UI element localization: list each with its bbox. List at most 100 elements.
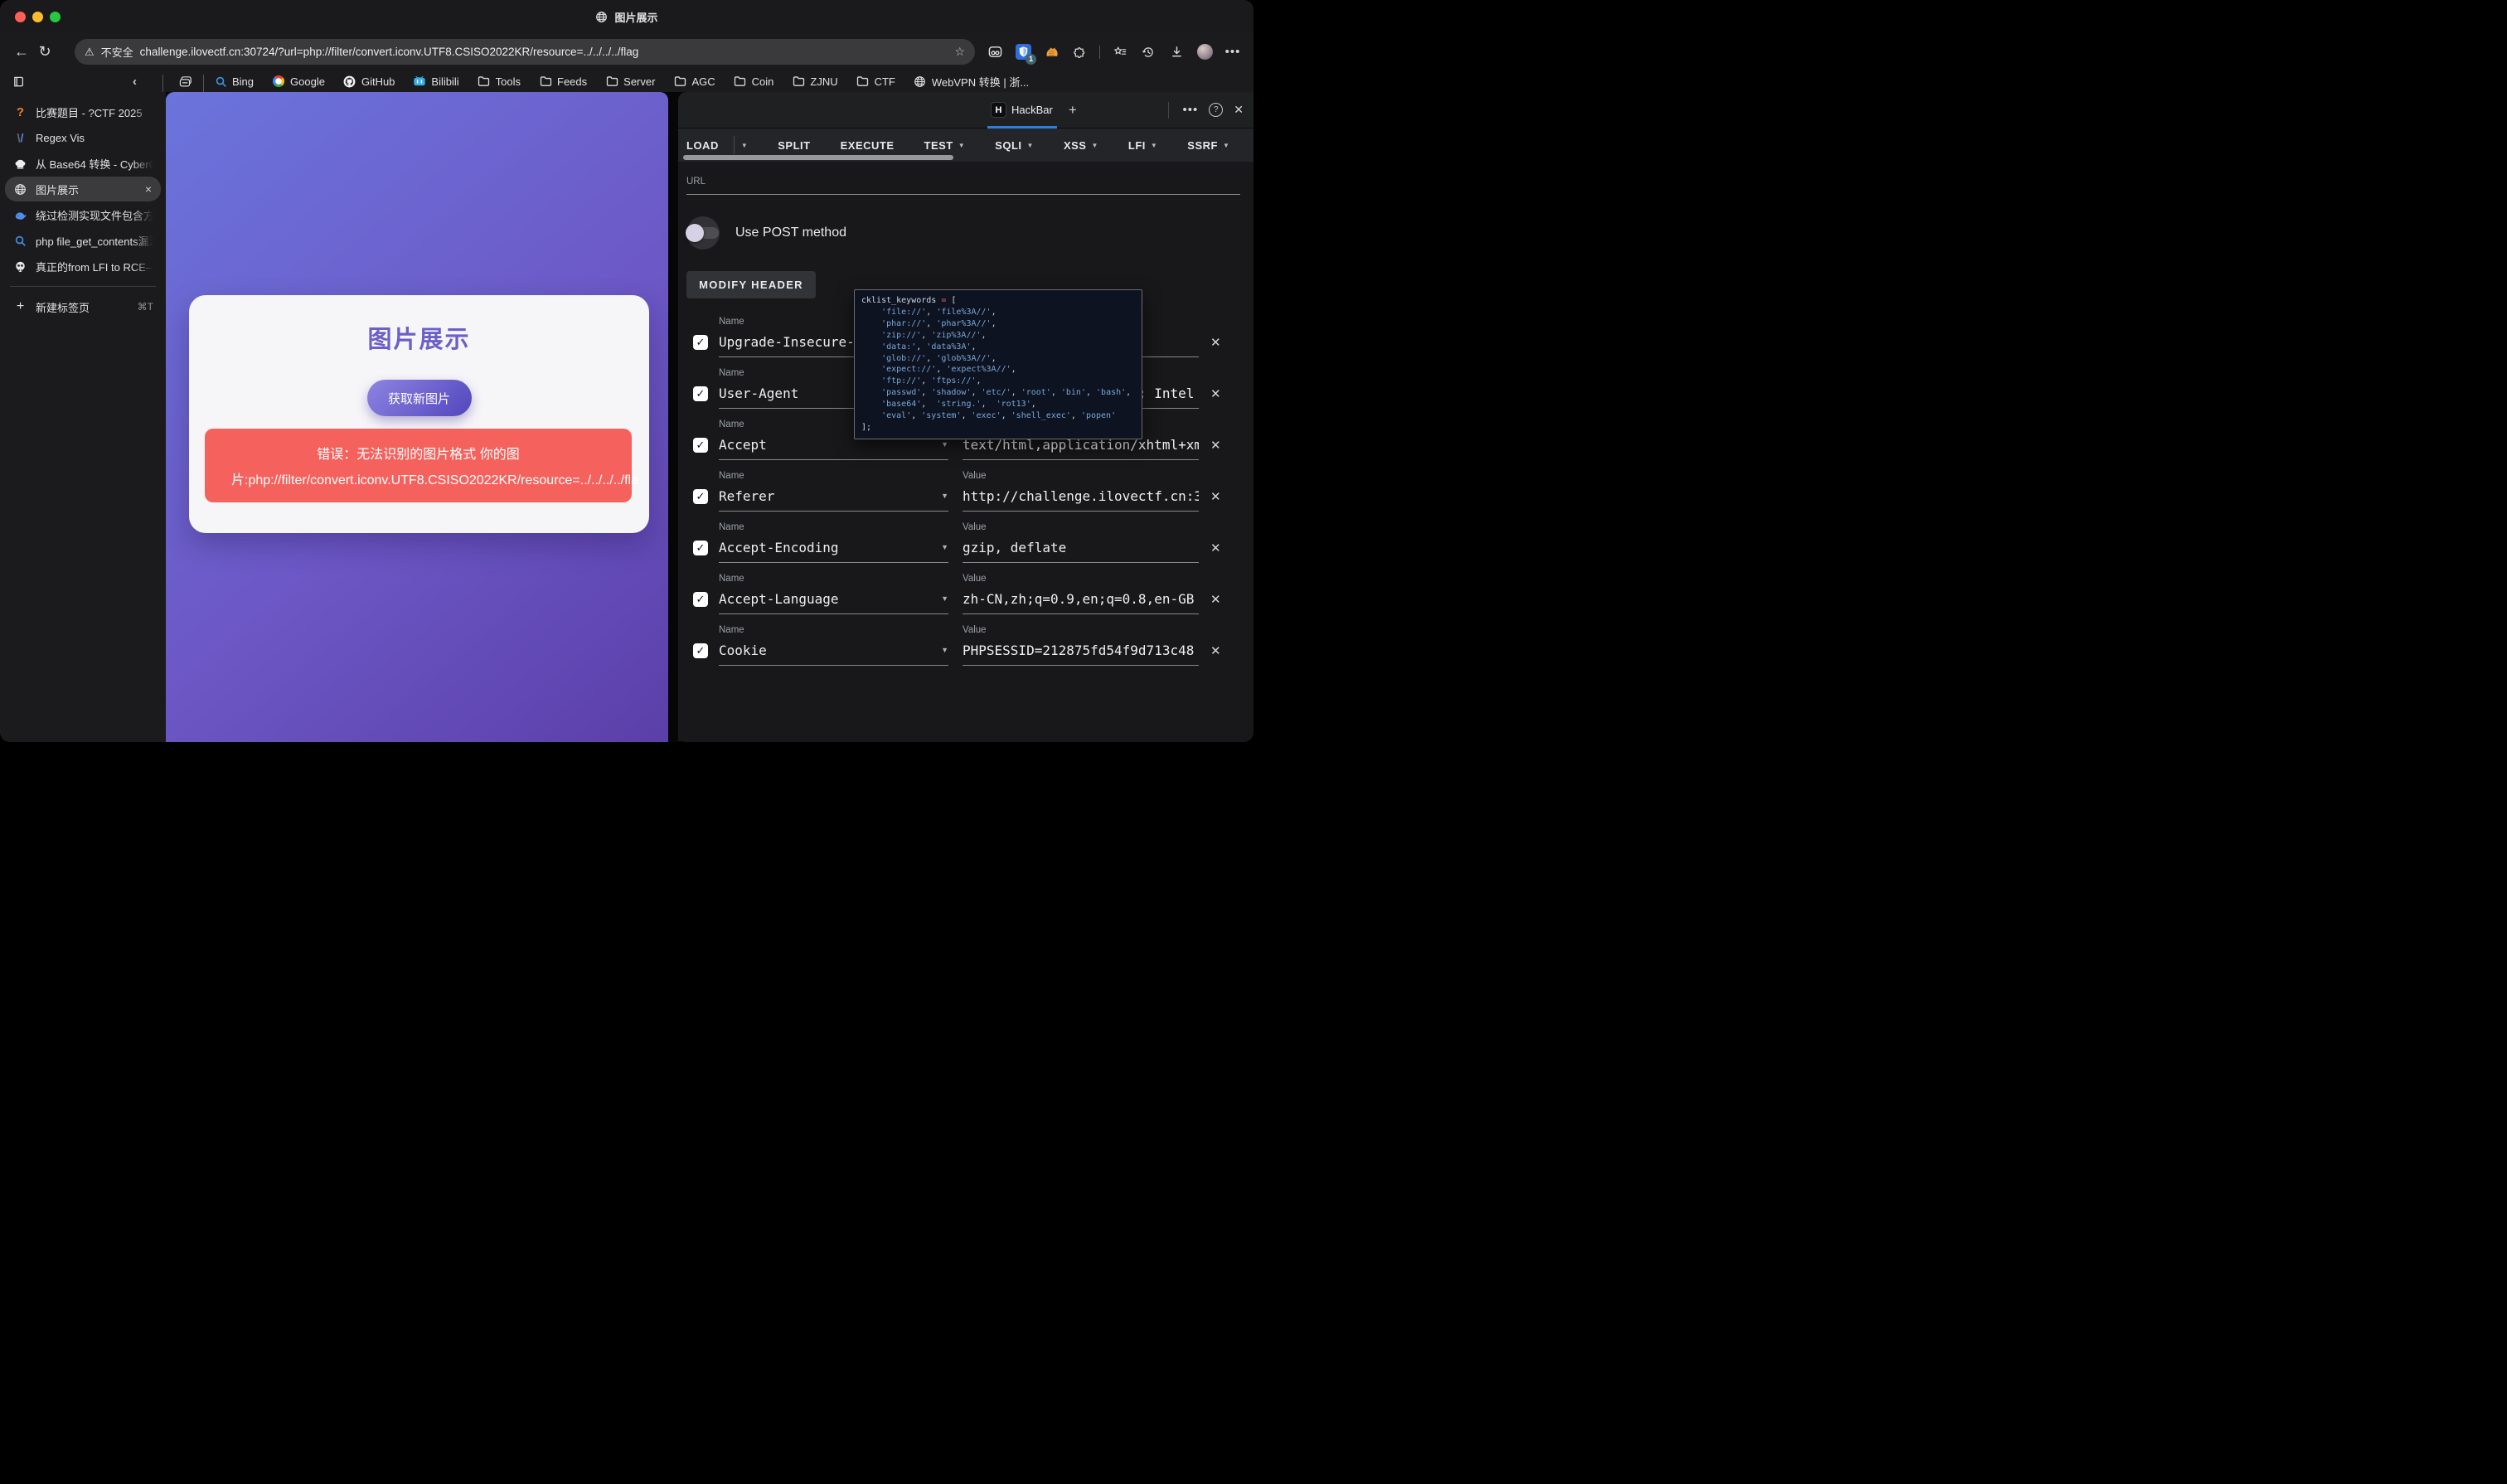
bookmark-item[interactable]: AGC <box>673 75 715 88</box>
bookmark-item[interactable]: CTF <box>856 75 895 88</box>
folder-icon <box>856 75 870 87</box>
get-new-image-button[interactable]: 获取新图片 <box>367 380 472 416</box>
url-text[interactable]: challenge.ilovectf.cn:30724/?url=php://f… <box>140 46 948 58</box>
sidebar-tab[interactable]: \/ Regex Vis <box>5 125 161 150</box>
menu-label: TEST <box>924 139 953 152</box>
remove-header-icon[interactable]: ✕ <box>1210 438 1221 453</box>
remove-header-icon[interactable]: ✕ <box>1210 592 1221 607</box>
header-value-input[interactable]: gzip, deflate <box>963 535 1199 563</box>
more-menu-icon[interactable]: ••• <box>1224 44 1241 61</box>
hackbar-menu-item[interactable]: SQLI ▼ <box>995 139 1034 152</box>
workspace-book-icon[interactable] <box>12 70 25 92</box>
remove-header-icon[interactable]: ✕ <box>1210 643 1221 658</box>
bookmark-item[interactable]: Server <box>605 75 655 88</box>
header-value-input[interactable]: zh-CN,zh;q=0.9,en;q=0.8,en-GB <box>963 586 1199 614</box>
zoom-window-button[interactable] <box>50 12 61 22</box>
header-value-input[interactable]: http://challenge.ilovectf.cn:3 <box>963 483 1199 512</box>
hackbar-menu-item[interactable]: LFI ▼ <box>1128 139 1157 152</box>
header-enabled-checkbox[interactable]: ✓ <box>693 541 708 555</box>
chevron-down-icon: ▼ <box>1223 142 1229 149</box>
bookmark-item[interactable]: Coin <box>734 75 774 88</box>
devtools-help-icon[interactable]: ? <box>1209 103 1223 117</box>
reload-icon[interactable]: ↻ <box>33 41 56 64</box>
downloads-icon[interactable] <box>1168 44 1185 61</box>
reading-list-icon[interactable] <box>179 70 192 92</box>
header-name-select[interactable]: Accept-Encoding ▼ <box>719 535 948 563</box>
value-field-label: Value <box>963 574 1199 586</box>
devtools-more-icon[interactable]: ••• <box>1183 103 1199 117</box>
tooltip-code-line: 'expect://', 'expect%3A//', <box>861 364 1135 376</box>
header-enabled-checkbox[interactable]: ✓ <box>693 335 708 350</box>
bookmark-label: Tools <box>496 75 521 88</box>
bookmark-item[interactable]: GitHub <box>343 75 395 88</box>
minimize-window-button[interactable] <box>32 12 43 22</box>
remove-header-icon[interactable]: ✕ <box>1210 489 1221 504</box>
sidebar-tab[interactable]: 真正的from LFI to RCE—— <box>5 254 161 279</box>
bookmark-item[interactable]: Tools <box>478 75 521 88</box>
security-warning-icon[interactable]: ⚠ <box>85 46 95 59</box>
hackbar-menu-item[interactable]: XSS ▼ <box>1064 139 1098 152</box>
sidebar-tab[interactable]: 绕过检测实现文件包含方法 <box>5 202 161 227</box>
favorites-icon[interactable] <box>1112 44 1128 61</box>
header-enabled-checkbox[interactable]: ✓ <box>693 592 708 607</box>
bookmark-item[interactable]: ZJNU <box>792 75 837 88</box>
window-title: 图片展示 <box>595 9 657 25</box>
address-bar[interactable]: ⚠ 不安全 challenge.ilovectf.cn:30724/?url=p… <box>75 39 975 65</box>
close-devtools-icon[interactable]: ✕ <box>1234 103 1244 117</box>
extensions-puzzle-icon[interactable] <box>1071 44 1088 61</box>
profile-avatar[interactable] <box>1196 44 1213 61</box>
close-tab-icon[interactable]: × <box>143 182 153 196</box>
header-enabled-checkbox[interactable]: ✓ <box>693 643 708 658</box>
header-name-select[interactable]: Accept-Language ▼ <box>719 586 948 614</box>
horizontal-scrollbar[interactable] <box>683 155 953 160</box>
back-icon[interactable]: ← <box>10 41 33 64</box>
history-icon[interactable] <box>1140 44 1157 61</box>
chevron-down-icon[interactable]: ▼ <box>741 142 748 149</box>
hackbar-menu-item[interactable]: EXECUTE <box>841 139 895 152</box>
chevron-down-icon: ▼ <box>941 646 948 654</box>
header-value-input[interactable]: PHPSESSID=212875fd54f9d713c48 <box>963 638 1199 666</box>
security-label[interactable]: 不安全 <box>101 44 133 60</box>
close-window-button[interactable] <box>15 12 26 22</box>
sidebar-tab[interactable]: 图片展示 × <box>5 177 161 201</box>
bookmark-star-icon[interactable]: ☆ <box>954 45 965 59</box>
page-title: 图片展示 <box>189 320 649 355</box>
add-devtools-tab-icon[interactable]: + <box>1064 102 1082 119</box>
shield-extension-icon[interactable]: 1 <box>1015 44 1031 61</box>
header-row: ✓ Name Cookie ▼ Value <box>686 620 1254 672</box>
header-name-select[interactable]: Referer ▼ <box>719 483 948 512</box>
bookmark-item[interactable]: Google <box>272 75 325 88</box>
hackbar-menu-item[interactable]: TEST ▼ <box>924 139 966 152</box>
bookmark-item[interactable]: Bilibili <box>413 75 458 88</box>
sidebar-tab[interactable]: php file_get_contents漏洞 <box>5 228 161 253</box>
sidebar-tab[interactable]: 从 Base64 转换 - CyberCh <box>5 151 161 176</box>
header-enabled-checkbox[interactable]: ✓ <box>693 489 708 504</box>
bookmark-label: Bilibili <box>431 75 458 88</box>
hackbar-menu-item[interactable]: LOAD ▼ <box>686 136 748 154</box>
new-tab-button[interactable]: + 新建标签页 ⌘T <box>5 294 161 319</box>
hackbar-menu-item[interactable]: SSRF ▼ <box>1187 139 1229 152</box>
bookmark-label: Bing <box>232 75 254 88</box>
remove-header-icon[interactable]: ✕ <box>1210 386 1221 401</box>
goggles-extension-icon[interactable] <box>987 44 1003 61</box>
globe-icon <box>13 182 27 196</box>
tab-hackbar[interactable]: H HackBar <box>983 92 1061 129</box>
modify-header-button[interactable]: MODIFY HEADER <box>686 271 816 298</box>
collapse-sidebar-icon[interactable]: ‹ <box>133 70 137 92</box>
bookmark-item[interactable]: Feeds <box>539 75 587 88</box>
value-field-label: Value <box>963 471 1199 483</box>
remove-header-icon[interactable]: ✕ <box>1210 335 1221 350</box>
cat-extension-icon[interactable] <box>1043 44 1060 61</box>
bookmark-item[interactable]: Bing <box>214 75 254 88</box>
header-enabled-checkbox[interactable]: ✓ <box>693 438 708 453</box>
header-name-select[interactable]: Cookie ▼ <box>719 638 948 666</box>
header-enabled-checkbox[interactable]: ✓ <box>693 386 708 401</box>
folder-icon <box>539 75 552 87</box>
hackbar-menu-item[interactable]: SPLIT <box>778 139 810 152</box>
error-line2: 片:php://filter/convert.iconv.UTF8.CSISO2… <box>231 468 632 488</box>
sidebar-tab[interactable]: ? 比赛题目 - ?CTF 2025 <box>5 99 161 124</box>
post-method-toggle[interactable] <box>686 216 721 250</box>
bookmark-item[interactable]: WebVPN 转换 | 浙... <box>914 74 1029 90</box>
remove-header-icon[interactable]: ✕ <box>1210 541 1221 555</box>
tooltip-code-line: 'eval', 'system', 'exec', 'shell_exec', … <box>861 410 1135 422</box>
